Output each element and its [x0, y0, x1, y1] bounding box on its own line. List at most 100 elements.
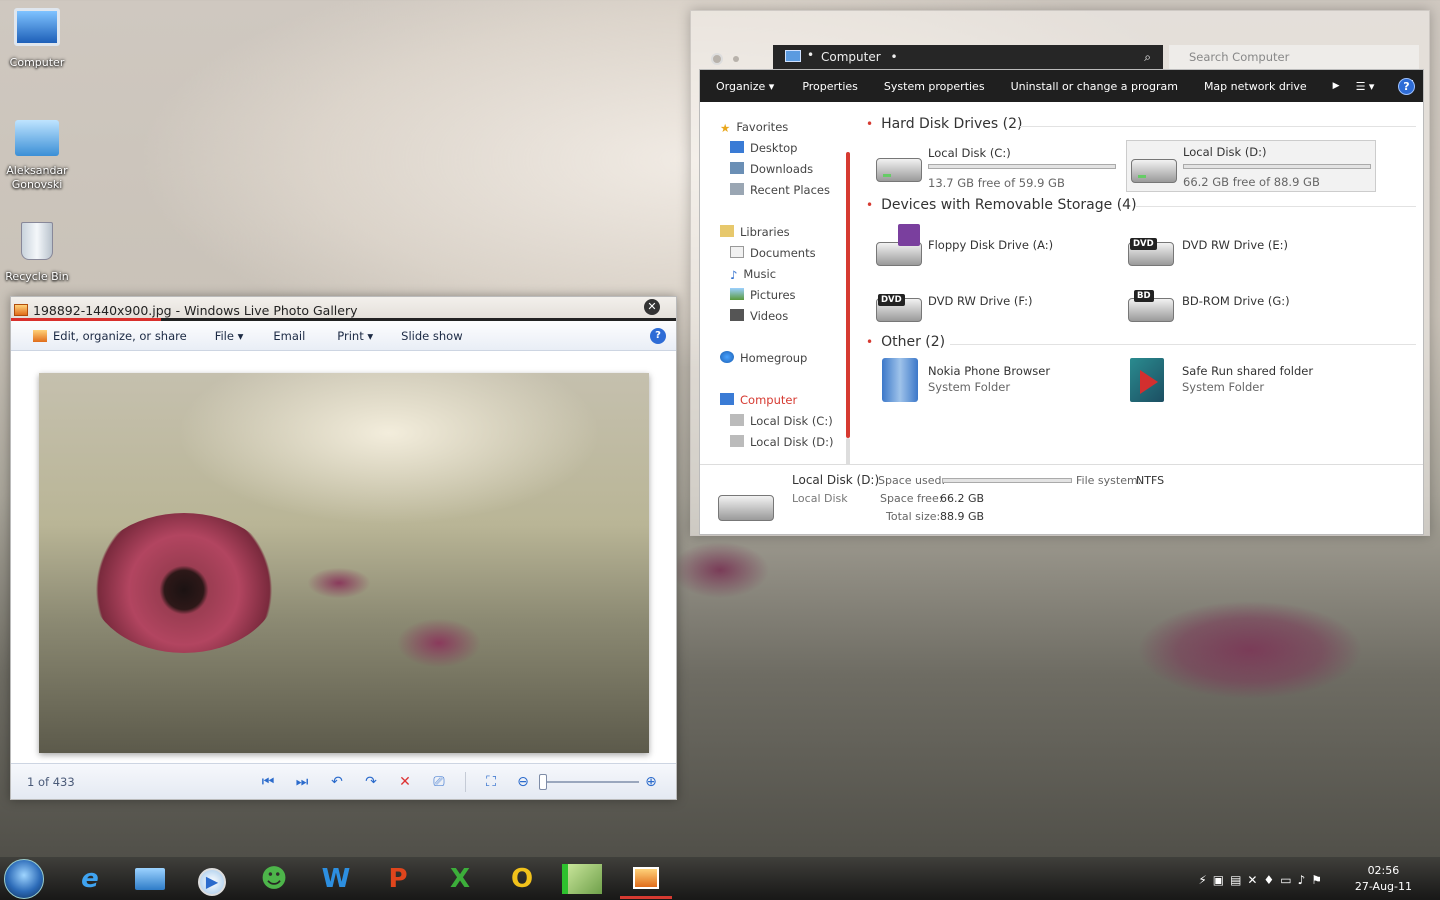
item-nokia-phone-browser[interactable]: Nokia Phone Browser System Folder	[870, 356, 1110, 406]
help-icon[interactable]: ?	[1398, 78, 1415, 95]
details-drive-type: Local Disk	[792, 492, 848, 505]
powerpoint-icon[interactable]: P	[372, 859, 424, 899]
nav-homegroup[interactable]: Homegroup	[720, 351, 807, 365]
star-icon: ★	[720, 121, 731, 135]
nav-local-disk-d[interactable]: Local Disk (D:)	[730, 435, 834, 449]
edit-organize-button[interactable]: Edit, organize, or share	[33, 329, 187, 343]
photo-gallery-titlebar[interactable]: 198892-1440x900.jpg - Windows Live Photo…	[11, 297, 676, 321]
clock[interactable]: 02:56 27-Aug-11	[1355, 863, 1412, 895]
slideshow-icon[interactable]: ⎚	[429, 772, 449, 792]
nav-label: Pictures	[750, 288, 796, 302]
back-button[interactable]	[711, 53, 723, 65]
nav-label: Local Disk (C:)	[750, 414, 833, 428]
item-name: Nokia Phone Browser System Folder	[928, 364, 1050, 394]
nav-recent-places[interactable]: Recent Places	[730, 183, 830, 197]
task-app-icon[interactable]	[556, 859, 608, 899]
drive-free-space: 13.7 GB free of 59.9 GB	[928, 176, 1065, 190]
zoom-in-icon[interactable]: ⊕	[641, 772, 661, 792]
group-header-removable[interactable]: Devices with Removable Storage (4)	[866, 197, 1136, 213]
print-menu[interactable]: Print ▾	[337, 329, 373, 343]
group-header-other[interactable]: Other (2)	[866, 334, 945, 350]
nav-label: Documents	[750, 246, 816, 260]
rotate-left-icon[interactable]: ↶	[327, 772, 347, 792]
space-used-label: Space used:	[878, 474, 946, 487]
flower-image	[89, 513, 279, 653]
drive-bd-g[interactable]: BD BD-ROM Drive (G:)	[1126, 280, 1366, 324]
next-icon[interactable]: ⏭	[292, 772, 312, 792]
item-name: Safe Run shared folder System Folder	[1182, 364, 1313, 394]
messenger-icon[interactable]: ☻	[248, 859, 300, 899]
drive-name: DVD RW Drive (E:)	[1182, 238, 1289, 252]
filesystem-value: NTFS	[1136, 474, 1165, 487]
zoom-slider[interactable]	[539, 774, 639, 790]
uninstall-program-button[interactable]: Uninstall or change a program	[1011, 80, 1178, 93]
word-icon[interactable]: W	[310, 859, 362, 899]
desktop-icon-label: Aleksandar Gonovski	[6, 164, 68, 191]
search-input[interactable]: Search Computer	[1169, 45, 1419, 69]
desktop-icon-computer[interactable]: Computer	[2, 8, 72, 70]
photo-gallery-taskbar-icon[interactable]	[620, 859, 672, 899]
address-bar[interactable]: • Computer • ⌕	[773, 45, 1163, 69]
internet-explorer-icon[interactable]: e	[64, 859, 116, 899]
footer-separator	[465, 772, 466, 792]
email-button[interactable]: Email	[273, 329, 305, 343]
nav-desktop[interactable]: Desktop	[730, 141, 797, 155]
excel-icon[interactable]: X	[434, 859, 486, 899]
drive-local-c[interactable]: Local Disk (C:) 13.7 GB free of 59.9 GB	[870, 142, 1120, 192]
nav-label: Videos	[750, 309, 789, 323]
drive-usage-bar	[928, 164, 1116, 169]
system-tray-icons[interactable]: ⚡▣▤✕♦▭♪⚑	[1198, 873, 1328, 887]
zoom-out-icon[interactable]: ⊖	[513, 772, 533, 792]
item-safe-run-folder[interactable]: Safe Run shared folder System Folder	[1126, 356, 1366, 406]
system-properties-button[interactable]: System properties	[884, 80, 985, 93]
drive-dvd-f[interactable]: DVD DVD RW Drive (F:)	[870, 280, 1110, 324]
nav-local-disk-c[interactable]: Local Disk (C:)	[730, 414, 833, 428]
view-options-icon[interactable]: ☰ ▾	[1356, 80, 1375, 93]
nav-scrollbar-thumb[interactable]	[846, 152, 850, 438]
rotate-right-icon[interactable]: ↷	[361, 772, 381, 792]
properties-button[interactable]: Properties	[802, 80, 858, 93]
nav-favorites[interactable]: ★ Favorites	[720, 120, 788, 135]
nav-videos[interactable]: Videos	[730, 309, 788, 323]
organize-menu[interactable]: Organize ▾	[716, 80, 774, 93]
map-network-drive-button[interactable]: Map network drive	[1204, 80, 1307, 93]
actual-size-icon[interactable]: ⛶	[481, 772, 501, 792]
drive-local-d[interactable]: Local Disk (D:) 66.2 GB free of 88.9 GB	[1126, 140, 1376, 192]
zoom-slider-knob[interactable]	[539, 774, 547, 790]
outlook-icon[interactable]: O	[496, 859, 548, 899]
title-accent	[11, 318, 161, 321]
group-header-hard-disks[interactable]: Hard Disk Drives (2)	[866, 116, 1022, 132]
drive-name: Local Disk (D:)	[1183, 145, 1267, 159]
clock-time: 02:56	[1367, 864, 1400, 877]
address-chevron: •	[807, 48, 815, 62]
bd-badge: BD	[1134, 290, 1154, 302]
drive-floppy-a[interactable]: Floppy Disk Drive (A:)	[870, 224, 1110, 268]
nav-libraries[interactable]: Libraries	[720, 225, 790, 239]
close-button[interactable]: ✕	[644, 299, 660, 315]
previous-icon[interactable]: ⏮	[258, 772, 278, 792]
drive-dvd-e[interactable]: DVD DVD RW Drive (E:)	[1126, 224, 1366, 268]
computer-icon	[785, 50, 801, 62]
item-name-text: Nokia Phone Browser	[928, 364, 1051, 378]
nav-music[interactable]: ♪ Music	[730, 267, 776, 282]
explorer-icon[interactable]	[124, 859, 176, 899]
nav-documents[interactable]: Documents	[730, 246, 816, 260]
nav-pictures[interactable]: Pictures	[730, 288, 796, 302]
hard-drive-icon	[1131, 159, 1177, 183]
nav-downloads[interactable]: Downloads	[730, 162, 813, 176]
start-button[interactable]	[4, 859, 44, 899]
media-player-icon[interactable]: ▶	[186, 859, 238, 899]
forward-button[interactable]	[733, 56, 739, 62]
search-icon[interactable]: ⌕	[1144, 50, 1151, 65]
photo-counter: 1 of 433	[27, 775, 75, 789]
desktop-icon-user-folder[interactable]: Aleksandar Gonovski	[2, 120, 72, 192]
delete-icon[interactable]: ✕	[395, 772, 415, 792]
file-menu[interactable]: File ▾	[215, 329, 244, 343]
nav-computer[interactable]: Computer	[720, 393, 797, 407]
more-arrow-icon[interactable]: ▶	[1333, 81, 1340, 91]
desktop-icon-recycle-bin[interactable]: Recycle Bin	[2, 222, 72, 284]
help-icon[interactable]: ?	[650, 327, 666, 344]
total-size-value: 88.9 GB	[940, 510, 985, 523]
space-used-bar	[942, 478, 1072, 483]
slideshow-button[interactable]: Slide show	[401, 329, 462, 343]
